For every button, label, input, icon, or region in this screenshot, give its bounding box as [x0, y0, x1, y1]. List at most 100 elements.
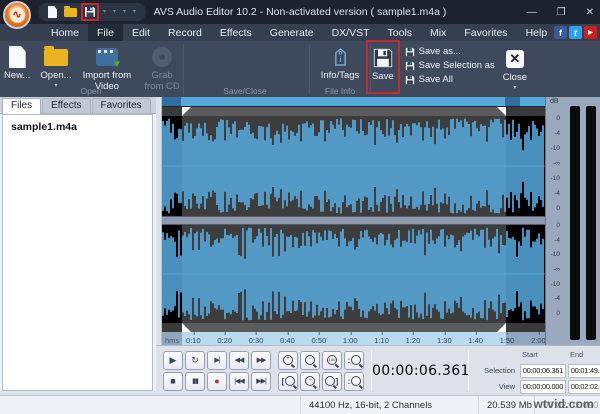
menu-item-save-as-[interactable]: Save as... [405, 46, 495, 57]
stop-button[interactable]: ■ [163, 372, 183, 391]
zoom-100-button[interactable]: 100 [322, 351, 342, 370]
title-bar: ∿ ▾ ▾ ▾ ▾ AVS Audio Editor 10.2 - Non-ac… [0, 0, 600, 24]
minimize-button[interactable]: — [527, 7, 537, 18]
selection-end-handle[interactable] [497, 323, 506, 332]
selection-start-handle[interactable] [182, 107, 191, 116]
open-file-icon[interactable] [64, 8, 77, 17]
waveform-channel-right[interactable] [162, 225, 545, 323]
menu-tab-mix[interactable]: Mix [421, 24, 455, 41]
selection-range [182, 323, 506, 332]
logo-wave-glyph: ∿ [10, 8, 25, 23]
play-icon: ▶ [170, 355, 177, 366]
qat-dropdown-icon[interactable]: ▾ [103, 9, 106, 15]
menu-tab-effects[interactable]: Effects [211, 24, 261, 41]
ribbon-separator [369, 44, 371, 94]
menu-tab-dxvst[interactable]: DX/VST [323, 24, 379, 41]
menu-tab-home[interactable]: Home [42, 24, 88, 41]
table-cell: 00:00:00.000 [520, 380, 566, 394]
zoom-selection-start-button[interactable]: [ [278, 372, 298, 391]
loop-button[interactable]: ↻ [185, 351, 205, 370]
pause-button[interactable]: ▮▮ [185, 372, 205, 391]
go-to-end-icon: ▶▶| [256, 377, 266, 385]
qat-dropdown-icon[interactable]: ▾ [113, 9, 116, 15]
selection-view-table: StartEndLengthSelection00:00:06.36100:01… [473, 348, 600, 394]
play-button[interactable]: ▶ [163, 351, 183, 370]
ruler-tick: 0:10 [186, 336, 201, 345]
go-to-start-button[interactable]: |◀◀ [229, 372, 249, 391]
db-label: -∞ [546, 267, 560, 273]
row-label-selection: Selection [473, 366, 518, 375]
new-page-icon [9, 46, 26, 68]
record-button[interactable]: ● [207, 372, 227, 391]
db-label: 0 [546, 206, 560, 212]
selection-bar-bottom[interactable] [162, 323, 545, 332]
db-label: -10 [546, 252, 560, 258]
import-from-video-button[interactable]: Import from Video [82, 41, 133, 92]
open-button[interactable]: Open... ▾ [40, 41, 71, 92]
table-cell: 00:02:02.090 [568, 380, 600, 394]
zoom-vertical-out-button[interactable]: : [344, 372, 364, 391]
control-bar: ▶↻▶|◀◀▶▶■▮▮●|◀◀▶▶| +−100:[−]: 00:00:06.3… [156, 345, 600, 395]
table-cell: 00:01:49.573 [568, 364, 600, 378]
info-tags-button[interactable]: i Info/Tags [312, 41, 368, 82]
close-file-button[interactable]: ✕ Close ▾ [503, 43, 527, 91]
zoom-selection-end-button[interactable]: ] [322, 372, 342, 391]
menu-tab-generate[interactable]: Generate [261, 24, 323, 41]
tab-effects[interactable]: Effects [42, 98, 90, 113]
file-list-item[interactable]: sample1.m4a [11, 121, 152, 133]
magnifier-modifier: 100 [328, 356, 336, 364]
selection-end-handle[interactable] [497, 107, 506, 116]
magnifier-icon: 100 [327, 355, 337, 365]
ribbon-group-file-info: i Info/Tags File Info [312, 41, 368, 97]
ribbon-separator [308, 44, 310, 94]
new-file-icon[interactable] [48, 6, 57, 18]
menu-tab-tools[interactable]: Tools [379, 24, 422, 41]
new-button[interactable]: New... [4, 41, 30, 92]
selection-start-handle[interactable] [182, 323, 191, 332]
zoom-in-button[interactable]: + [278, 351, 298, 370]
zoom-selection-start-modifier: [ [282, 377, 285, 386]
magnifier-icon: − [305, 376, 315, 386]
go-to-end-button[interactable]: ▶▶| [251, 372, 271, 391]
tab-files[interactable]: Files [2, 98, 41, 114]
ruler-unit-label: hms [165, 336, 179, 345]
close-dropdown-icon[interactable]: ▾ [513, 86, 516, 91]
tab-favorites[interactable]: Favorites [92, 98, 151, 113]
group-label-open: Open [0, 86, 182, 96]
ruler-tick: 1:10 [374, 336, 389, 345]
cd-icon [152, 47, 172, 67]
magnifier-icon [351, 376, 361, 386]
quick-save-icon[interactable] [84, 6, 96, 18]
db-label: -4 [546, 296, 560, 302]
floppy-icon [84, 6, 96, 18]
twitter-icon[interactable]: t [569, 26, 582, 39]
zoom-vertical-in-modifier: : [348, 356, 351, 365]
maximize-button[interactable]: ❐ [557, 7, 566, 18]
youtube-icon[interactable]: ▶ [584, 26, 597, 39]
play-to-end-button[interactable]: ▶| [207, 351, 227, 370]
window-controls: — ❐ ✕ [527, 0, 594, 24]
selection-range [182, 107, 506, 116]
zoom-out-button[interactable]: − [300, 351, 320, 370]
selection-bar-top[interactable] [162, 107, 545, 116]
floppy-small-icon [405, 47, 415, 57]
overview-scrollbar[interactable] [162, 97, 545, 107]
menu-tab-help[interactable]: Help [517, 24, 557, 41]
close-button[interactable]: ✕ [586, 7, 594, 18]
menu-tab-favorites[interactable]: Favorites [455, 24, 516, 41]
menu-item-save-all[interactable]: Save All [405, 74, 495, 85]
status-format: 44100 Hz, 16-bit, 2 Channels [300, 396, 478, 414]
menu-tab-edit[interactable]: Edit [123, 24, 159, 41]
waveform-channel-left[interactable] [162, 116, 545, 216]
save-button[interactable]: Save [369, 43, 397, 91]
magnifier-icon: + [283, 355, 293, 365]
zoom-selection-button[interactable]: − [300, 372, 320, 391]
ruler-tick: 1:20 [406, 336, 421, 345]
rewind-button[interactable]: ◀◀ [229, 351, 249, 370]
menu-item-save-selection-as[interactable]: Save Selection as [405, 60, 495, 71]
facebook-icon[interactable]: f [554, 26, 567, 39]
menu-tab-file[interactable]: File [88, 24, 123, 41]
forward-button[interactable]: ▶▶ [251, 351, 271, 370]
zoom-vertical-in-button[interactable]: : [344, 351, 364, 370]
menu-tab-record[interactable]: Record [159, 24, 211, 41]
